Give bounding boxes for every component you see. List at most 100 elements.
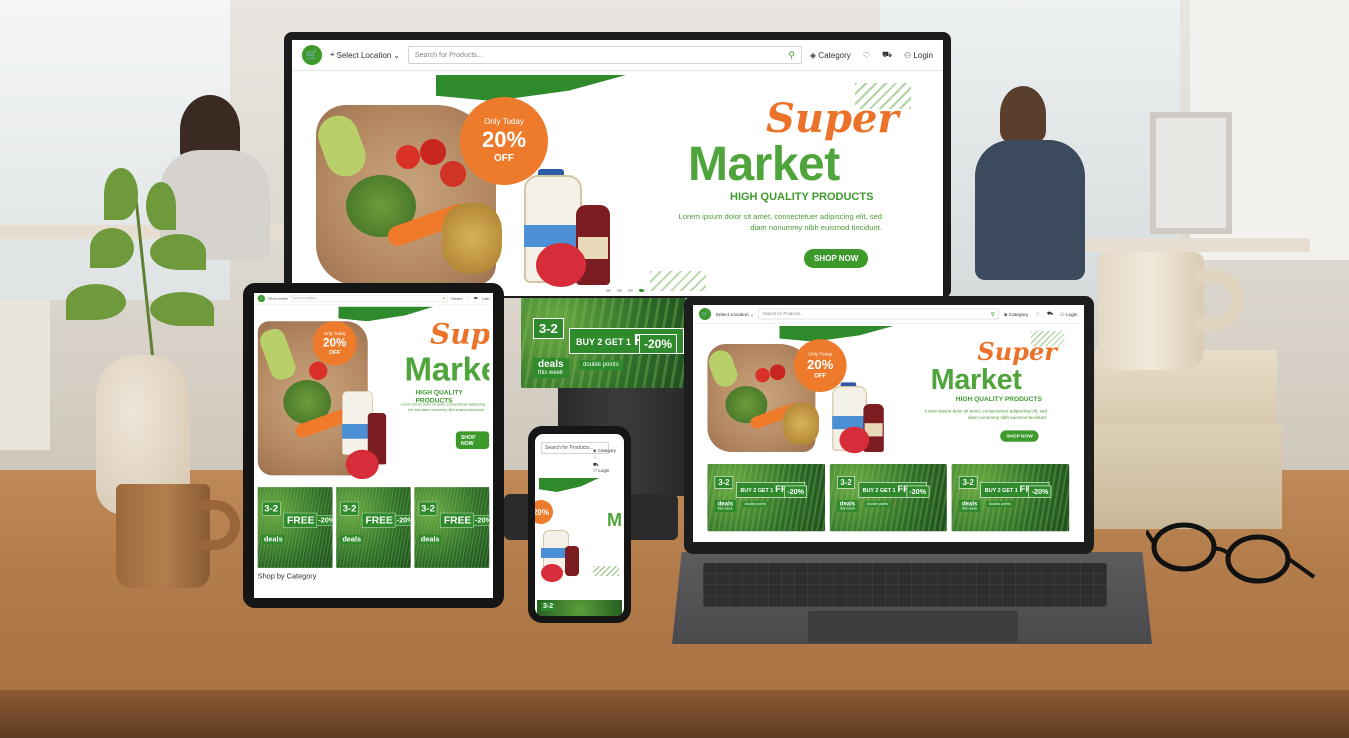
search-input[interactable]: Search for Products... ⚲ (290, 295, 448, 302)
category-label: Category (818, 50, 851, 60)
shop-now-button[interactable]: SHOP NOW (804, 249, 869, 268)
promo-free-text: FREE (287, 514, 315, 526)
pineapple (783, 402, 819, 445)
discount-badge: Only Today 20% OFF (460, 97, 548, 185)
user-icon: ⚇ (904, 50, 912, 60)
hero-banner: Only Today 20% OFF Super Market HIGH QUA… (707, 326, 1076, 460)
tomato (440, 161, 466, 187)
location-select[interactable]: Select Location (268, 297, 288, 300)
site-tablet: 🛒 Select Location Search for Products...… (254, 293, 493, 585)
promo-percent: -20% (394, 515, 411, 526)
login-link[interactable]: ⚇ Login (593, 468, 616, 475)
promo-double-points: double points (742, 501, 769, 508)
category-menu[interactable]: Category (451, 297, 463, 300)
chevron-down-icon: ⌄ (393, 50, 400, 60)
login-link[interactable]: Login (482, 297, 489, 300)
category-menu[interactable]: ◈ Category (810, 51, 851, 60)
location-select[interactable]: ⌖ Select Location ⌄ (330, 50, 400, 60)
hero-banner: Only Today 20% OFF Super Market HIGH QUA… (316, 75, 929, 296)
location-label: Select Location (267, 296, 289, 301)
logo-cart-icon[interactable]: 🛒 (257, 294, 266, 303)
login-label: Login (598, 468, 610, 474)
carousel-dot[interactable] (606, 289, 611, 292)
promo-deals: deals this week (533, 358, 569, 378)
badge-off: OFF (814, 372, 827, 380)
search-input[interactable]: Search for Products... ⚲ (758, 308, 999, 320)
promo-3-for-2: 3-2 (959, 476, 978, 489)
shop-now-button[interactable]: SHOP NOW (1000, 430, 1039, 442)
promo-double-points: double points (579, 360, 623, 370)
carousel-dot[interactable] (628, 289, 633, 292)
person-man-body (975, 140, 1085, 280)
search-icon[interactable]: ⚲ (788, 50, 795, 61)
promo-card[interactable]: 3-2 BUY 2 GET 1FREE -20% dealsthis week … (829, 464, 948, 532)
hero-title-market: Market (930, 363, 1022, 396)
background-cabinet (0, 300, 50, 450)
promo-card[interactable]: 3-2 BUY 2 GET 1FREE -20% dealsthis week … (707, 464, 825, 532)
login-link[interactable]: ⚇ Login (904, 51, 933, 60)
heart-icon[interactable]: ♡ (593, 455, 616, 462)
promo-3-for-2: 3-2 (714, 476, 734, 489)
hero-title-market: Market (688, 138, 840, 191)
promo-free: FREE (440, 512, 474, 528)
badge-off: OFF (328, 349, 341, 356)
hero-lorem: Lorem ipsum dolor sit amet, consectetuer… (678, 212, 882, 233)
nav-right: Category ♡ ⛟ Login (451, 297, 490, 301)
search-icon[interactable]: ⚲ (991, 311, 995, 318)
badge-only-today: Only Today (808, 351, 833, 357)
location-select[interactable]: Select Location ⌄ (716, 311, 754, 316)
carousel-dots (606, 289, 644, 292)
category-menu[interactable]: ◈ Category (593, 448, 616, 455)
nav-right: ◈ Category ♡ ⛟ ⚇ Login (1004, 311, 1078, 317)
decor-stripes (650, 271, 706, 291)
login-link[interactable]: ⚇ Login (1060, 311, 1077, 316)
phone-screen: Search for Products... ◈ Category ♡ ⛟ ⚇ … (535, 434, 624, 616)
hero-title-super: Super (977, 338, 1057, 367)
promo-card[interactable]: 3-2 FREE -20% deals (257, 487, 333, 568)
logo-cart-icon[interactable]: 🛒 (699, 308, 711, 320)
tomato (396, 145, 420, 169)
pineapple (442, 203, 502, 273)
login-label: Login (1065, 311, 1078, 317)
search-input[interactable]: Search for Products... ⚲ (407, 46, 802, 64)
plant-leaf-icon (90, 228, 134, 268)
promo-deals: deals (340, 534, 363, 544)
promo-card[interactable]: 3-2 BUY 2 GET 1FREE -20% dealsthis week … (521, 298, 686, 388)
category-menu[interactable]: ◈ Category (1004, 311, 1029, 316)
site-nav: 🛒 Select Location Search for Products...… (254, 293, 493, 305)
category-label: Category (597, 448, 616, 453)
monitor-promo-card: 3-2 BUY 2 GET 1FREE -20% dealsthis week … (521, 298, 686, 388)
promo-card[interactable]: 3-2 BUY 2 GET 1FREE -20% dealsthis week … (951, 464, 1070, 532)
apple (536, 243, 586, 287)
carousel-dot-active[interactable] (639, 289, 644, 292)
promo-card[interactable]: 3-2 FREE -20% deals (336, 487, 411, 568)
cart-icon[interactable]: ⛟ (882, 50, 892, 60)
apple (345, 449, 379, 480)
badge-percent: 20% (535, 507, 549, 517)
promo-free: FREE (283, 512, 318, 528)
cart-icon[interactable]: ⛟ (593, 462, 616, 469)
heart-icon[interactable]: ♡ (863, 51, 870, 60)
promo-percent: -20% (1028, 485, 1052, 498)
logo-cart-icon[interactable]: 🛒 (302, 45, 322, 65)
shop-now-button[interactable]: SHOP NOW (455, 431, 490, 449)
site-nav: 🛒 ⌖ Select Location ⌄ Search for Product… (292, 40, 943, 71)
heart-icon[interactable]: ♡ (1035, 311, 1039, 316)
cart-icon[interactable]: ⛟ (1047, 311, 1053, 317)
promo-3-for-2: 3-2 (836, 476, 856, 489)
eyeglasses-icon (1146, 522, 1316, 584)
promo-card[interactable]: 3-2 FREE -20% deals (414, 487, 490, 568)
promo-this-week: this week (962, 507, 978, 511)
heart-icon[interactable]: ♡ (467, 297, 470, 300)
promo-percent: -20% (639, 334, 678, 354)
site-laptop: 🛒 Select Location ⌄ Search for Products..… (693, 305, 1084, 532)
promo-3-for-2: 3-2 (340, 501, 359, 516)
search-icon[interactable]: ⚲ (443, 296, 445, 300)
cart-icon[interactable]: ⛟ (474, 297, 478, 301)
background-monitor (1150, 112, 1232, 234)
promo-card[interactable]: 3-2 (537, 600, 622, 616)
laptop-keyboard (703, 563, 1107, 607)
badge-off: OFF (494, 153, 514, 164)
desktop-screen: 🛒 ⌖ Select Location ⌄ Search for Product… (292, 40, 943, 296)
carousel-dot[interactable] (617, 289, 622, 292)
